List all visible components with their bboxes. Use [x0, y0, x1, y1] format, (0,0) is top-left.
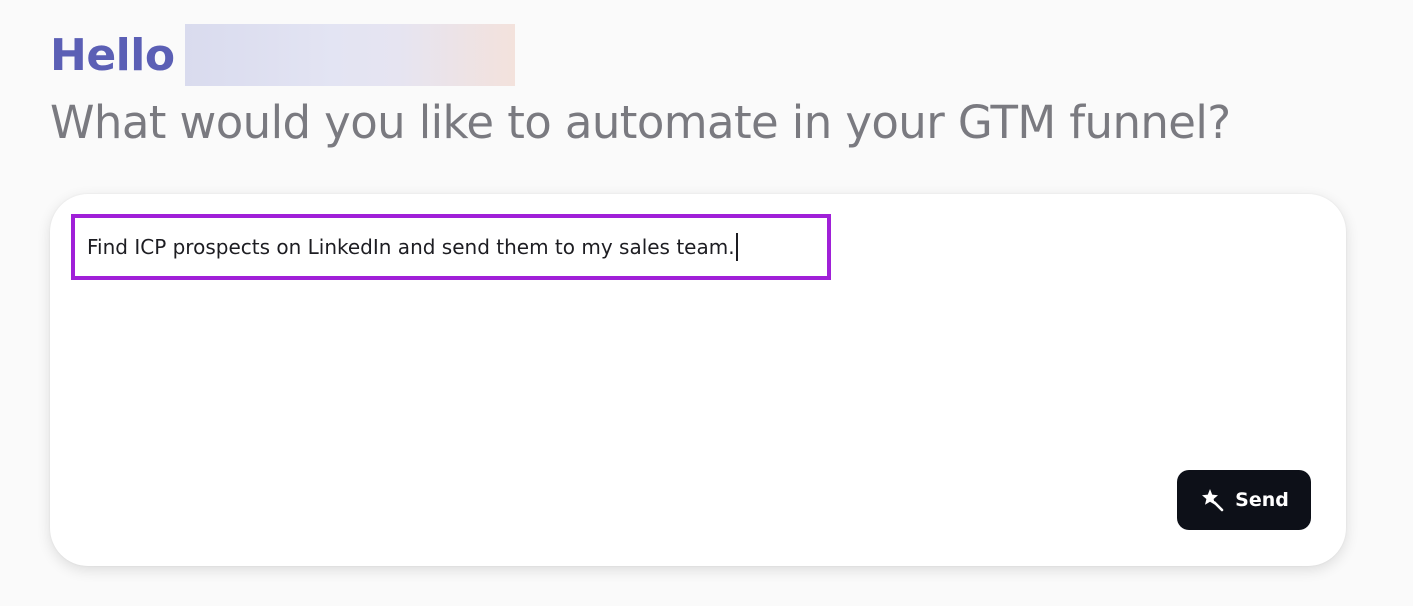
prompt-input-text[interactable]: Find ICP prospects on LinkedIn and send … — [87, 235, 735, 259]
redacted-user-name — [184, 24, 515, 86]
page-subtitle: What would you like to automate in your … — [50, 96, 1231, 149]
prompt-composer: Find ICP prospects on LinkedIn and send … — [50, 194, 1346, 566]
magic-wand-icon — [1199, 487, 1225, 513]
send-button-label: Send — [1235, 489, 1289, 511]
greeting-text: Hello — [50, 29, 175, 81]
prompt-input[interactable]: Find ICP prospects on LinkedIn and send … — [71, 214, 831, 280]
page: Hello What would you like to automate in… — [0, 0, 1413, 606]
send-button[interactable]: Send — [1177, 470, 1311, 530]
greeting-row: Hello — [50, 24, 515, 86]
text-caret — [735, 233, 738, 261]
